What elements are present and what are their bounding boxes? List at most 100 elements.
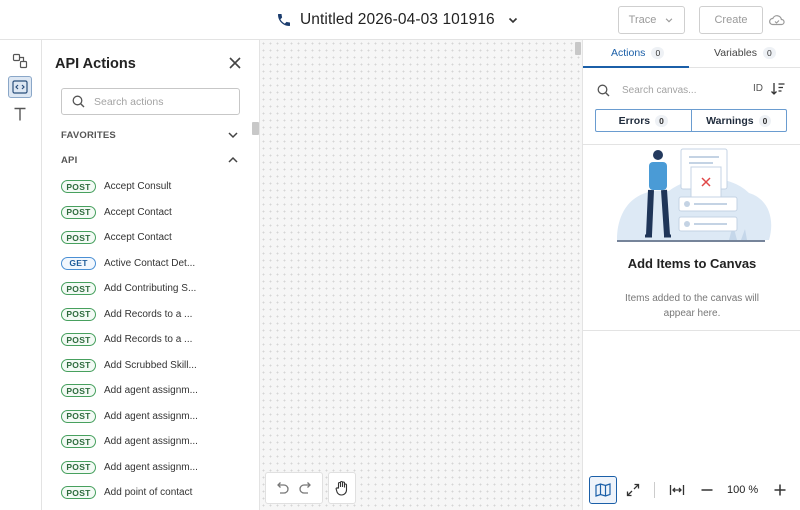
pan-tool-button[interactable] <box>328 472 356 504</box>
create-button-label: Create <box>714 14 748 26</box>
api-action-item[interactable]: POST Add agent assignm... <box>61 378 236 404</box>
api-section-header[interactable]: API <box>61 153 239 167</box>
search-canvas-input[interactable] <box>622 84 742 96</box>
api-action-item[interactable]: POST Accept Contact <box>61 225 236 251</box>
http-method-badge: POST <box>61 384 96 398</box>
zoom-in-button[interactable] <box>772 482 788 498</box>
fit-width-button[interactable] <box>669 482 685 498</box>
plus-icon <box>774 484 786 496</box>
api-action-item[interactable]: POST Add Contributing S... <box>61 276 236 302</box>
api-actions-panel: API Actions FAVORITES API POST Accept Con… <box>42 40 260 510</box>
create-button[interactable]: Create <box>699 6 763 34</box>
redo-icon[interactable] <box>298 481 314 495</box>
trace-button-label: Trace <box>628 14 657 26</box>
rail-text-button[interactable] <box>8 103 32 125</box>
top-bar: Untitled 2026-04-03 101916 Trace Create <box>0 0 800 40</box>
tab-actions-count: 0 <box>651 47 665 59</box>
undo-icon[interactable] <box>274 481 290 495</box>
rail-flows-button[interactable] <box>8 50 32 72</box>
flow-title-text: Untitled 2026-04-03 101916 <box>300 11 495 28</box>
api-action-item[interactable]: POST Add agent assignm... <box>61 429 236 455</box>
favorites-label: FAVORITES <box>61 129 116 141</box>
api-action-item[interactable]: POST Add Records to a ... <box>61 327 236 353</box>
search-icon <box>597 84 610 96</box>
api-action-item[interactable]: POST Add Scrubbed Skill... <box>61 353 236 379</box>
tab-variables[interactable]: Variables 0 <box>714 47 776 59</box>
expand-icon <box>626 483 640 497</box>
warnings-filter-button[interactable]: Warnings 0 <box>690 110 787 131</box>
http-method-badge: GET <box>61 256 96 270</box>
api-label: API <box>61 154 78 166</box>
api-action-list: POST Accept Consult POST Accept Contact POST… <box>61 174 236 506</box>
api-action-label: Add point of contact <box>104 487 193 499</box>
chevron-up-icon <box>228 156 238 163</box>
empty-state-title: Add Items to Canvas <box>627 256 757 271</box>
api-action-item[interactable]: GET Active Contact Det... <box>61 251 236 277</box>
api-action-item[interactable]: POST Add Records to a ... <box>61 302 236 328</box>
zoom-level: 100 % <box>727 484 759 496</box>
search-actions-field[interactable] <box>61 88 240 115</box>
tab-variables-label: Variables <box>714 47 757 59</box>
api-action-label: Add agent assignm... <box>104 436 198 448</box>
api-action-item[interactable]: POST Add agent assignm... <box>61 404 236 430</box>
search-actions-input[interactable] <box>94 95 224 108</box>
errors-label: Errors <box>618 114 651 127</box>
zoom-out-button[interactable] <box>699 482 715 498</box>
http-method-badge: POST <box>61 231 96 245</box>
divider <box>583 330 800 331</box>
panel-scrollbar[interactable] <box>252 122 259 135</box>
chevron-down-icon[interactable] <box>507 14 519 26</box>
api-action-label: Active Contact Det... <box>104 257 196 269</box>
flow-canvas[interactable] <box>260 40 582 510</box>
api-action-label: Add agent assignm... <box>104 410 198 422</box>
empty-state-subtitle: Items added to the canvas will appear he… <box>625 293 759 319</box>
phone-icon <box>278 14 290 26</box>
api-action-item[interactable]: POST Add point of contact <box>61 480 236 506</box>
http-method-badge: POST <box>61 180 96 194</box>
api-action-item[interactable]: POST Accept Consult <box>61 174 236 200</box>
minimap-button[interactable] <box>589 476 617 504</box>
fit-width-icon <box>669 485 685 495</box>
code-icon <box>12 80 28 94</box>
divider <box>654 482 655 498</box>
left-tool-rail <box>0 40 42 510</box>
api-action-item[interactable]: POST Add agent assignm... <box>61 455 236 481</box>
api-action-label: Add agent assignm... <box>104 461 198 473</box>
flow-title[interactable]: Untitled 2026-04-03 101916 <box>276 8 519 32</box>
http-method-badge: POST <box>61 486 96 500</box>
tab-variables-count: 0 <box>763 47 776 59</box>
right-panel: Actions 0 Variables 0 ID Errors 0 Warnin… <box>582 40 800 510</box>
api-action-item[interactable]: POST Accept Contact <box>61 200 236 226</box>
map-icon <box>595 483 611 497</box>
active-tab-indicator <box>583 66 689 68</box>
warnings-count: 0 <box>758 114 772 127</box>
http-method-badge: POST <box>61 460 96 474</box>
sort-descending-icon[interactable] <box>771 82 785 95</box>
id-sort-label[interactable]: ID <box>753 83 763 94</box>
http-method-badge: POST <box>61 282 96 296</box>
chevron-down-icon <box>666 18 673 23</box>
api-action-label: Accept Consult <box>104 181 172 193</box>
tab-actions[interactable]: Actions 0 <box>611 47 665 59</box>
http-method-badge: POST <box>61 358 96 372</box>
cloud-sync-icon[interactable] <box>768 12 786 28</box>
favorites-section-header[interactable]: FAVORITES <box>61 128 239 142</box>
trace-button[interactable]: Trace <box>618 6 685 34</box>
errors-warnings-toggle: Errors 0 Warnings 0 <box>595 109 787 132</box>
api-action-label: Accept Contact <box>104 232 172 244</box>
rail-api-actions-button[interactable] <box>8 76 32 98</box>
fullscreen-button[interactable] <box>625 482 641 498</box>
warnings-label: Warnings <box>706 114 754 127</box>
minus-icon <box>701 489 713 491</box>
http-method-badge: POST <box>61 205 96 219</box>
text-icon <box>14 107 26 121</box>
search-icon <box>72 95 85 108</box>
http-method-badge: POST <box>61 333 96 347</box>
close-icon[interactable] <box>228 56 242 70</box>
panel-title: API Actions <box>55 56 136 72</box>
search-canvas-field[interactable] <box>597 82 793 98</box>
undo-redo-toolbar <box>265 472 323 504</box>
canvas-scrollbar[interactable] <box>575 42 581 55</box>
errors-filter-button[interactable]: Errors 0 <box>596 110 691 131</box>
tab-actions-label: Actions <box>611 47 646 59</box>
